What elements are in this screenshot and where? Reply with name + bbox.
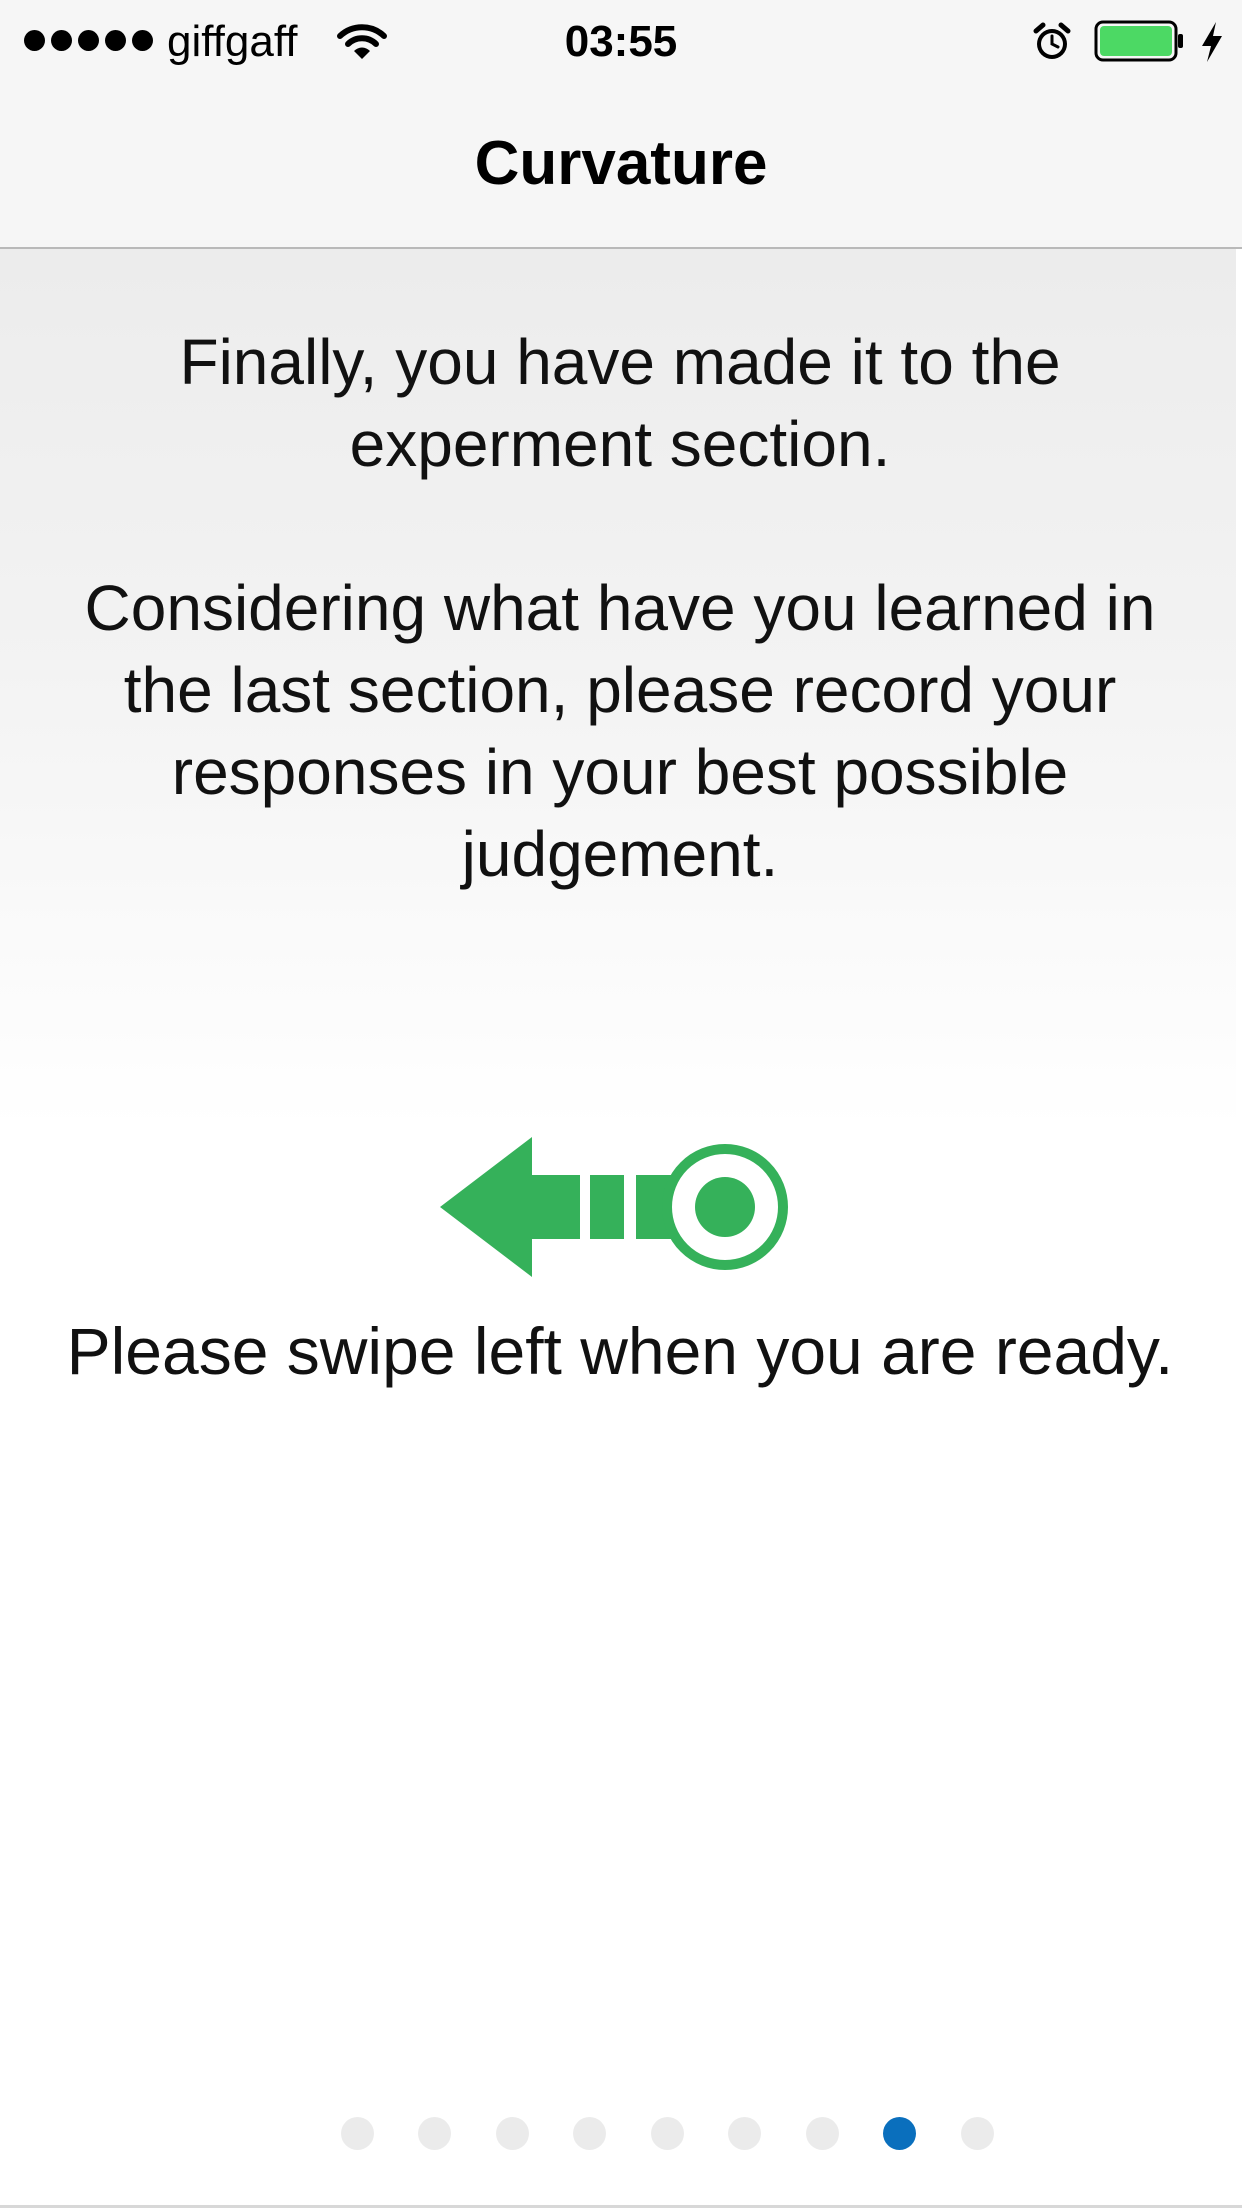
battery-icon — [1094, 20, 1183, 62]
page-dot[interactable] — [496, 2117, 529, 2150]
page-dot[interactable] — [418, 2117, 451, 2150]
swipe-left-arrow-icon — [440, 1137, 788, 1277]
top-bar: giffgaff 03:55 Curvature — [0, 0, 1242, 249]
scroll-edge — [1236, 249, 1242, 2208]
page-dot[interactable] — [961, 2117, 994, 2150]
status-bar: giffgaff 03:55 — [0, 0, 1242, 84]
page-dot[interactable] — [573, 2117, 606, 2150]
page-dot-active[interactable] — [883, 2117, 916, 2150]
page-indicator[interactable] — [0, 2117, 1242, 2153]
alarm-icon — [1033, 22, 1071, 59]
instruction-text: Considering what have you learned in the… — [84, 572, 1156, 890]
page-dot[interactable] — [728, 2117, 761, 2150]
screen: giffgaff 03:55 Curvature Finally, you ha… — [0, 0, 1242, 2208]
page-dot[interactable] — [651, 2117, 684, 2150]
navigation-bar: Curvature — [0, 84, 1242, 247]
page-dot[interactable] — [806, 2117, 839, 2150]
page-title: Curvature — [474, 129, 768, 198]
intro-text: Finally, you have made it to the experme… — [179, 326, 1061, 480]
swipe-prompt: Please swipe left when you are ready. — [66, 1314, 1174, 1388]
charging-bolt-icon — [1202, 22, 1222, 62]
instruction-content[interactable]: Finally, you have made it to the experme… — [0, 249, 1242, 2208]
page-dot[interactable] — [341, 2117, 374, 2150]
